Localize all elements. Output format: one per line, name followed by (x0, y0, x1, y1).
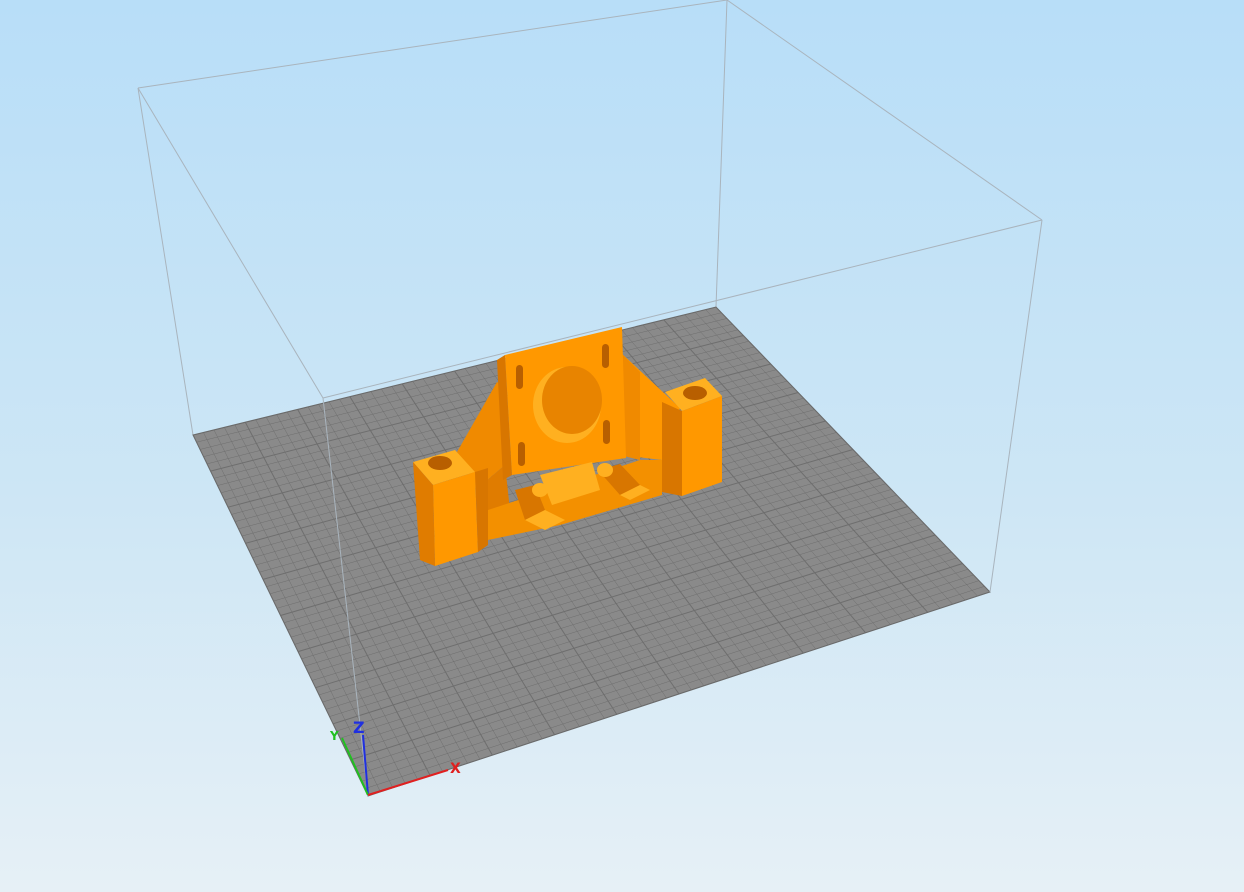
scene-canvas[interactable]: Z Y X (0, 0, 1244, 892)
model-right-hole (683, 386, 707, 400)
model-slot-bottom-right (603, 420, 610, 444)
model-slot-bottom-left (518, 442, 525, 466)
model-right-block-front (682, 396, 722, 496)
model-slot-top-right (602, 344, 609, 368)
3d-viewport[interactable]: Z Y X (0, 0, 1244, 892)
axis-y-label: Y (329, 729, 339, 743)
model-left-hole (428, 456, 452, 470)
model-slot-top-left (516, 365, 523, 389)
model-right-block-side (662, 402, 682, 496)
model-pin-hole-left (532, 483, 548, 497)
model-motor-bore-shadow (542, 366, 602, 434)
model-pin-hole-right (597, 463, 613, 477)
model-left-block-front (433, 472, 478, 566)
axis-x-label: X (450, 761, 461, 777)
axis-z-label: Z (353, 718, 365, 737)
